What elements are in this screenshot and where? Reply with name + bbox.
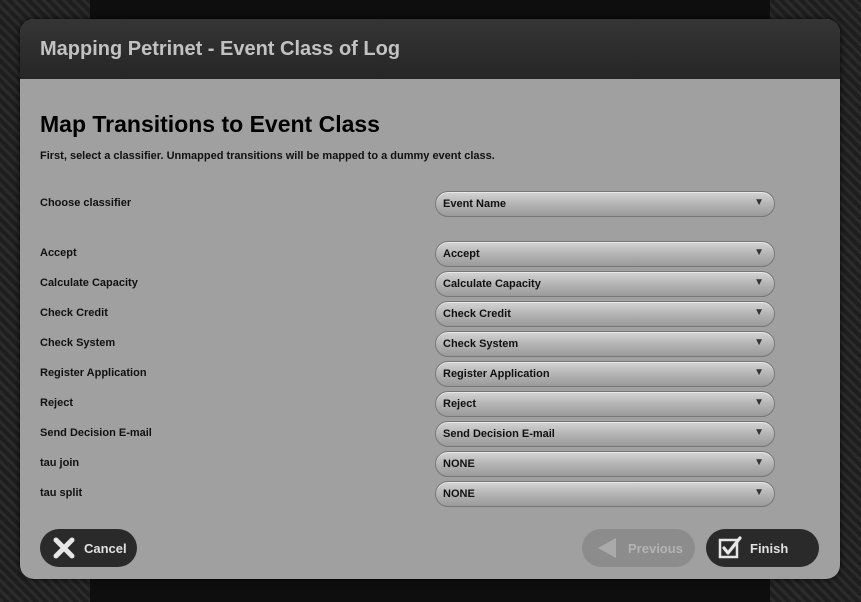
event-class-value: NONE — [443, 488, 475, 500]
event-class-value: Calculate Capacity — [443, 278, 541, 290]
event-class-value: Accept — [443, 248, 480, 260]
page-heading: Map Transitions to Event Class — [40, 111, 380, 137]
dropdown-arrow-icon: ▼ — [754, 457, 764, 468]
event-class-select[interactable]: Send Decision E-mail ▼ — [435, 421, 775, 447]
mapping-row: tau split NONE ▼ — [40, 481, 775, 507]
transition-label: Check Credit — [40, 307, 108, 319]
mapping-row: Reject Reject ▼ — [40, 391, 775, 417]
transition-label: tau split — [40, 487, 83, 499]
event-class-select[interactable]: Check Credit ▼ — [435, 301, 775, 327]
mapping-row: Calculate Capacity Calculate Capacity ▼ — [40, 271, 775, 297]
transition-label: Register Application — [40, 367, 147, 379]
classifier-label: Choose classifier — [40, 197, 132, 209]
dropdown-arrow-icon: ▼ — [754, 367, 764, 378]
mapping-row: Register Application Register Applicatio… — [40, 361, 775, 387]
transition-label: Accept — [40, 247, 77, 259]
classifier-row: Choose classifier Event Name ▼ — [40, 191, 775, 217]
mapping-row: Check System Check System ▼ — [40, 331, 775, 357]
event-class-select[interactable]: NONE ▼ — [435, 481, 775, 507]
mapping-row: Accept Accept ▼ — [40, 241, 775, 267]
transition-label: Reject — [40, 397, 74, 409]
dropdown-arrow-icon: ▼ — [754, 487, 764, 498]
close-icon — [52, 536, 76, 560]
cancel-button[interactable]: Cancel — [40, 529, 137, 567]
finish-button-label: Finish — [750, 540, 789, 556]
event-class-select[interactable]: NONE ▼ — [435, 451, 775, 477]
event-class-value: Check Credit — [443, 308, 511, 320]
finish-button[interactable]: Finish — [706, 529, 819, 567]
mapping-row: tau join NONE ▼ — [40, 451, 775, 477]
event-class-select[interactable]: Accept ▼ — [435, 241, 775, 267]
classifier-select-value: Event Name — [443, 198, 506, 210]
mapping-row: Check Credit Check Credit ▼ — [40, 301, 775, 327]
dropdown-arrow-icon: ▼ — [754, 307, 764, 318]
transition-label: Check System — [40, 337, 116, 349]
classifier-select[interactable]: Event Name ▼ — [435, 191, 775, 217]
event-class-select[interactable]: Reject ▼ — [435, 391, 775, 417]
cancel-button-label: Cancel — [84, 540, 127, 556]
event-class-value: Send Decision E-mail — [443, 428, 555, 440]
event-class-value: Check System — [443, 338, 519, 350]
event-class-value: NONE — [443, 458, 475, 470]
checkbox-checked-icon — [718, 536, 742, 560]
dropdown-arrow-icon: ▼ — [754, 247, 764, 258]
dropdown-arrow-icon: ▼ — [754, 337, 764, 348]
transition-label: Calculate Capacity — [40, 277, 138, 289]
event-class-value: Register Application — [443, 368, 550, 380]
dropdown-arrow-icon: ▼ — [754, 397, 764, 408]
dialog-title: Mapping Petrinet - Event Class of Log — [20, 19, 840, 79]
transition-label: Send Decision E-mail — [40, 427, 152, 439]
dropdown-arrow-icon: ▼ — [754, 277, 764, 288]
event-class-select[interactable]: Calculate Capacity ▼ — [435, 271, 775, 297]
instructions-text: First, select a classifier. Unmapped tra… — [40, 150, 495, 162]
transition-label: tau join — [40, 457, 80, 469]
previous-button-label: Previous — [628, 540, 683, 556]
mapping-dialog: Mapping Petrinet - Event Class of Log Ma… — [20, 19, 840, 579]
arrow-left-icon — [596, 536, 620, 560]
mapping-row: Send Decision E-mail Send Decision E-mai… — [40, 421, 775, 447]
dropdown-arrow-icon: ▼ — [754, 197, 764, 208]
dropdown-arrow-icon: ▼ — [754, 427, 764, 438]
event-class-value: Reject — [443, 398, 477, 410]
previous-button[interactable]: Previous — [582, 529, 695, 567]
event-class-select[interactable]: Check System ▼ — [435, 331, 775, 357]
event-class-select[interactable]: Register Application ▼ — [435, 361, 775, 387]
